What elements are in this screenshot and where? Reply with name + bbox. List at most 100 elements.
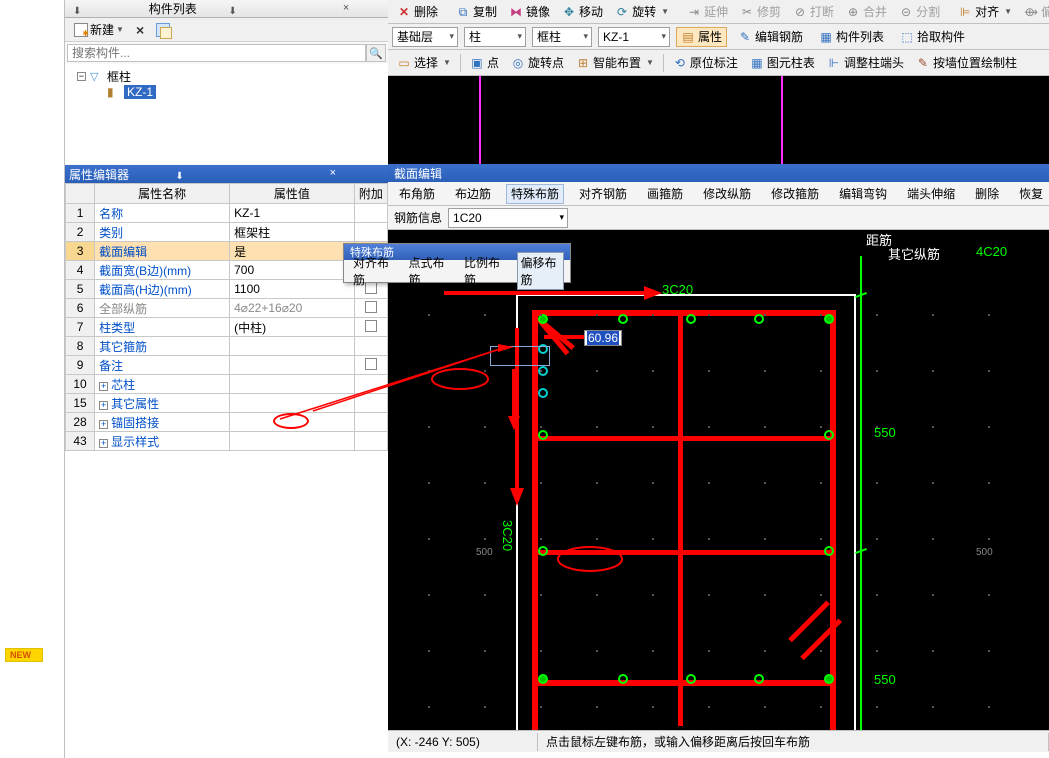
move-button[interactable]: 移动	[557, 2, 608, 22]
coord-display: (X: -246 Y: 505)	[388, 733, 538, 751]
section-tab[interactable]: 修改箍筋	[766, 184, 824, 204]
popup-item[interactable]: 点式布筋	[406, 253, 452, 289]
property-button[interactable]: 属性	[676, 27, 727, 47]
popup-item[interactable]: 偏移布筋	[517, 252, 565, 290]
filter-icon	[90, 69, 104, 83]
property-row[interactable]: 8 其它箍筋	[66, 337, 388, 356]
copy-button[interactable]: 复制	[451, 2, 502, 22]
collapse-icon[interactable]: −	[77, 72, 86, 81]
section-tab[interactable]: 布边筋	[450, 184, 496, 204]
close-icon[interactable]: ×	[308, 3, 384, 15]
popup-item[interactable]: 对齐布筋	[350, 253, 396, 289]
section-tab[interactable]: 编辑弯钩	[834, 184, 892, 204]
property-row[interactable]: 1 名称 KZ-1	[66, 204, 388, 223]
section-tab[interactable]: 特殊布筋	[506, 184, 564, 204]
component-list-title: 构件列表 ×	[65, 0, 388, 18]
select-icon	[397, 56, 411, 70]
adjust-icon	[827, 56, 841, 70]
component-list-button[interactable]: 构件列表	[814, 27, 889, 47]
property-editor-title: 属性编辑器 ×	[65, 165, 388, 183]
status-bar: (X: -246 Y: 505) 点击鼠标左键布筋，或输入偏移距离后按回车布筋	[388, 730, 1049, 752]
property-table: 属性名称 属性值 附加 1 名称 KZ-1 2 类别 框架柱 3 截面编辑 是 …	[65, 183, 388, 451]
point-button[interactable]: 点	[465, 53, 504, 73]
pin-icon[interactable]	[73, 3, 149, 15]
extend-icon	[687, 5, 701, 19]
offset-button: 偏移	[1019, 2, 1049, 22]
section-tab[interactable]: 画箍筋	[642, 184, 688, 204]
offset-icon	[1024, 5, 1038, 19]
close-icon[interactable]: ×	[282, 168, 384, 180]
delete-button[interactable]: ×	[131, 20, 149, 40]
rotate-icon	[615, 5, 629, 19]
property-row[interactable]: 6 全部纵筋 4⌀22+16⌀20	[66, 299, 388, 318]
property-row[interactable]: 5 截面高(H边)(mm) 1100	[66, 280, 388, 299]
mirror-button[interactable]: 镜像	[504, 2, 555, 22]
section-canvas[interactable]: 550 550 3C20 其它纵筋 4C20 距筋 3C20 500 500 6…	[388, 230, 1049, 730]
rotate-button[interactable]: 旋转▼	[610, 2, 674, 22]
plan-canvas[interactable]	[388, 76, 1049, 164]
col-table-button[interactable]: 图元柱表	[745, 53, 820, 73]
property-row[interactable]: 9 备注	[66, 356, 388, 375]
annotate-icon	[673, 56, 687, 70]
property-row[interactable]: 15 +其它属性	[66, 394, 388, 413]
draw-by-wall-button[interactable]: 按墙位置绘制柱	[911, 53, 1022, 73]
component-combo[interactable]: KZ-1	[598, 27, 670, 47]
search-button[interactable]: 🔍	[366, 44, 386, 62]
section-tab[interactable]: 删除	[970, 184, 1004, 204]
property-row[interactable]: 10 +芯柱	[66, 375, 388, 394]
section-tab[interactable]: 对齐钢筋	[574, 184, 632, 204]
tree-node-root[interactable]: − 框柱	[69, 68, 384, 84]
subtype-combo[interactable]: 框柱	[532, 27, 592, 47]
popup-item[interactable]: 比例布筋	[461, 253, 507, 289]
offset-input[interactable]: 60.96	[584, 330, 622, 346]
orig-annotate-button[interactable]: 原位标注	[668, 53, 743, 73]
section-tab[interactable]: 恢复	[1014, 184, 1048, 204]
new-button[interactable]: 新建 ▼	[69, 20, 129, 40]
pick-component-button[interactable]: 拾取构件	[895, 27, 970, 47]
select-button[interactable]: 选择▼	[392, 53, 456, 73]
property-row[interactable]: 2 类别 框架柱	[66, 223, 388, 242]
tree-label: KZ-1	[124, 85, 156, 99]
property-row[interactable]: 4 截面宽(B边)(mm) 700	[66, 261, 388, 280]
pin-icon[interactable]	[175, 168, 277, 180]
rebar-label-top-right: 距筋	[866, 230, 892, 249]
property-row[interactable]: 28 +锚固搭接	[66, 413, 388, 432]
split-icon	[899, 5, 913, 19]
search-input[interactable]	[67, 44, 366, 62]
col-extra: 附加	[354, 184, 387, 204]
rebar-combo[interactable]: 1C20	[448, 208, 568, 228]
trim-button: 修剪	[735, 2, 786, 22]
copy-button[interactable]	[151, 20, 175, 40]
property-row[interactable]: 7 柱类型 (中柱)	[66, 318, 388, 337]
property-row[interactable]: 3 截面编辑 是	[66, 242, 388, 261]
trim-icon	[740, 5, 754, 19]
adjust-end-button[interactable]: 调整柱端头	[822, 53, 909, 73]
property-icon	[681, 30, 695, 44]
property-editor-panel: 属性编辑器 × 属性名称 属性值 附加 1 名称 KZ-1 2 类别 框架柱 3…	[65, 165, 388, 758]
property-row[interactable]: 43 +显示样式	[66, 432, 388, 451]
smart-layout-button[interactable]: 智能布置▼	[571, 53, 659, 73]
annotation-arrow	[510, 488, 524, 506]
break-icon	[793, 5, 807, 19]
floor-combo[interactable]: 基础层	[392, 27, 458, 47]
edit-rebar-button[interactable]: 编辑钢筋	[733, 27, 808, 47]
rotate-point-button[interactable]: 旋转点	[506, 53, 569, 73]
section-tab[interactable]: 端头伸缩	[902, 184, 960, 204]
top-toolbar: 删除 复制 镜像 移动 旋转▼ 延伸 修剪 打断 合并 分割 对齐▼ 偏移	[388, 0, 1049, 24]
category-combo[interactable]: 柱	[464, 27, 526, 47]
section-tab[interactable]: 布角筋	[394, 184, 440, 204]
rebar-info-row: 钢筋信息 1C20	[388, 206, 1049, 230]
component-tree[interactable]: − 框柱 KZ-1	[65, 64, 388, 164]
component-list-panel: 构件列表 × 新建 ▼ × 🔍 − 框柱 KZ-1	[65, 0, 388, 165]
edit-icon	[738, 30, 752, 44]
tree-node-kz1[interactable]: KZ-1	[69, 84, 384, 100]
align-button[interactable]: 对齐▼	[953, 2, 1017, 22]
split-button: 分割	[894, 2, 945, 22]
section-tab[interactable]: 修改纵筋	[698, 184, 756, 204]
mirror-icon	[509, 5, 523, 19]
annotation-arrow	[644, 286, 662, 300]
delete-button[interactable]: 删除	[392, 2, 443, 22]
new-badge: NEW	[5, 648, 43, 662]
dimension-text: 550	[874, 672, 896, 687]
pin-icon[interactable]	[229, 3, 305, 15]
